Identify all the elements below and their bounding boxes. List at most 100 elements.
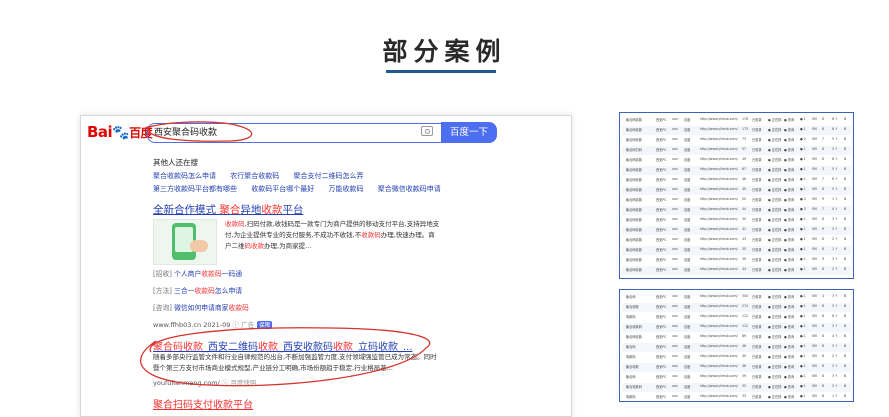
result-2-title[interactable]: 聚合码收款_西安二维码收款_西安收款码收款_立码收款_...	[153, 338, 413, 353]
table-cell[interactable]: http://www.yllmsb.com/	[700, 384, 738, 388]
snapshot-link[interactable]: 百度快照	[230, 379, 256, 387]
table-cell: 西安PC	[656, 315, 667, 319]
related-link[interactable]: 万能收款码	[328, 185, 363, 193]
table-cell: 西安PC	[656, 188, 667, 192]
table-cell: 8	[822, 364, 825, 368]
table-cell: ● 正在排	[768, 128, 782, 132]
table-cell: 聚合码收款	[626, 168, 642, 172]
table-cell[interactable]: http://www.yllmsb.com/	[700, 394, 738, 398]
table-cell: B	[844, 314, 847, 318]
table-cell: ● 正在排	[768, 198, 782, 202]
table-cell: ● 1	[800, 217, 806, 221]
result-1-sublink-2[interactable]: [方法] 三合一收款码怎么申请	[153, 285, 242, 295]
sublink-highlight: 收款码	[201, 270, 222, 278]
title-text: 全新合作模式	[153, 204, 220, 216]
table-cell: 1 ↑	[832, 247, 838, 251]
table-cell[interactable]: http://www.yllmsb.com/	[700, 147, 738, 151]
table-row: 聚合码 西安PC xxx 百度 http://www.yllmsb.com/46 已收录 ●…	[622, 343, 851, 352]
table-cell: SM	[812, 354, 817, 358]
table-row: 聚合码扫码 西安PC xxx 百度 http://www.yllmsb.com/57 已收…	[622, 146, 851, 155]
table-cell[interactable]: http://www.yllmsb.com/	[700, 167, 738, 171]
table-cell[interactable]: http://www.yllmsb.com/	[700, 334, 738, 338]
search-input[interactable]: 西安聚合码收款	[147, 123, 441, 143]
table-cell: 8 ↑	[832, 314, 838, 318]
result-1-thumbnail[interactable]	[153, 219, 217, 265]
table-cell: ● 1	[800, 324, 806, 328]
result-2-description: 随着多部央行监管文件和行业自律规范的出台,不断加强监管力度,支付领域强监管已成为…	[153, 353, 437, 372]
table-row: 聚合收款码 西安PC xxx 百度 http://www.yllmsb.com/112 已…	[622, 323, 851, 332]
table-cell[interactable]: http://www.yllmsb.com/	[700, 227, 738, 231]
table-cell: ● 正在排	[768, 238, 782, 242]
ranking-table-1: 聚合码收款西安PC xxx 百度 http://www.yllmsb.com/176 已…	[619, 112, 854, 279]
table-cell[interactable]: http://www.yllmsb.com/	[700, 127, 738, 131]
table-cell[interactable]: http://www.yllmsb.com/	[700, 344, 738, 348]
related-link[interactable]: 聚合收款码怎么申请	[153, 172, 216, 180]
related-link[interactable]: 第三方收款码平台都有哪些	[153, 185, 237, 193]
table-cell: 3 ↑	[832, 294, 838, 298]
table-cell: ● 正在排	[768, 315, 782, 319]
related-link[interactable]: 农行聚合收款码	[230, 172, 279, 180]
table-cell: ● 查询	[784, 385, 795, 389]
table-cell: SM	[812, 237, 817, 241]
table-cell[interactable]: http://www.yllmsb.com/	[700, 217, 738, 221]
table-cell[interactable]: http://www.yllmsb.com/	[700, 137, 738, 141]
table-cell[interactable]: http://www.yllmsb.com/	[700, 267, 738, 271]
table-cell: ● 1	[800, 314, 806, 318]
table-cell: 50	[742, 197, 747, 201]
result-1-sublink-1[interactable]: [招收] 个人商户收款码一码通	[153, 268, 242, 278]
table-cell: 收款码	[626, 355, 636, 359]
related-link[interactable]: 聚合微信收款码申请	[378, 185, 441, 193]
table-cell: 已收录	[752, 325, 762, 329]
result-1-title[interactable]: 全新合作模式 聚合异地收款平台	[153, 202, 303, 217]
table-cell[interactable]: http://www.yllmsb.com/	[700, 207, 738, 211]
table-cell: 1 ↑	[832, 197, 838, 201]
table-cell: 8	[822, 314, 825, 318]
result-2-url[interactable]: youfulianmeng.com/ ⓘ 百度快照	[153, 377, 256, 387]
table-cell[interactable]: http://www.yllmsb.com/	[700, 237, 738, 241]
table-cell: 百度	[684, 128, 691, 132]
table-cell: xxx	[672, 227, 678, 231]
table-cell: B	[844, 257, 847, 261]
related-link[interactable]: 收款码平台哪个最好	[251, 185, 314, 193]
table-cell: 3 ↑	[832, 304, 838, 308]
table-cell: 百度	[684, 295, 691, 299]
table-cell: 7	[822, 137, 825, 141]
related-link[interactable]: 聚合支付二维码怎么弄	[293, 172, 363, 180]
table-cell: SM	[812, 227, 817, 231]
table-cell: 44	[742, 207, 747, 211]
table-cell[interactable]: http://www.yllmsb.com/	[700, 187, 738, 191]
table-cell: 40	[742, 354, 747, 358]
table-cell: 已收录	[752, 118, 762, 122]
table-cell: ● 正在排	[768, 295, 782, 299]
table-cell[interactable]: http://www.yllmsb.com/	[700, 374, 738, 378]
table-cell: ● 查询	[784, 355, 795, 359]
result-1-url[interactable]: www.ffhb03.cn 2021-09 ⓘ 广告 保障	[153, 319, 273, 329]
table-cell[interactable]: http://www.yllmsb.com/	[700, 364, 738, 368]
table-cell[interactable]: http://www.yllmsb.com/	[700, 324, 738, 328]
table-cell: B	[844, 227, 847, 231]
sublink-text: 怎么申请	[214, 287, 243, 295]
table-cell[interactable]: http://www.yllmsb.com/	[700, 197, 738, 201]
camera-icon[interactable]	[421, 126, 433, 136]
table-cell: ● 1	[800, 267, 806, 271]
related-searches-title: 其他人还在搜	[153, 158, 198, 167]
result-3-title[interactable]: 聚合扫码支付收款平台	[153, 396, 253, 411]
table-cell[interactable]: http://www.yllmsb.com/	[700, 294, 738, 298]
table-cell[interactable]: http://www.yllmsb.com/	[700, 314, 738, 318]
table-cell: 176	[742, 117, 749, 121]
table-cell: ● 查询	[784, 138, 795, 142]
table-cell[interactable]: http://www.yllmsb.com/	[700, 304, 738, 308]
table-cell[interactable]: http://www.yllmsb.com/	[700, 354, 738, 358]
result-1-sublink-3[interactable]: [咨询] 微信如何申请商家收款码	[153, 302, 249, 312]
guarantee-badge: 保障	[257, 321, 273, 329]
table-cell: 89	[742, 334, 747, 338]
table-cell[interactable]: http://www.yllmsb.com/	[700, 117, 738, 121]
search-button[interactable]: 百度一下	[441, 122, 497, 143]
baidu-logo[interactable]: Bai🐾百度	[87, 123, 153, 141]
table-cell[interactable]: http://www.yllmsb.com/	[700, 157, 738, 161]
table-cell[interactable]: http://www.yllmsb.com/	[700, 177, 738, 181]
table-cell[interactable]: http://www.yllmsb.com/	[700, 257, 738, 261]
table-cell[interactable]: http://www.yllmsb.com/	[700, 247, 738, 251]
table-cell: ● 查询	[784, 208, 795, 212]
table-cell: 聚合收款	[626, 305, 639, 309]
